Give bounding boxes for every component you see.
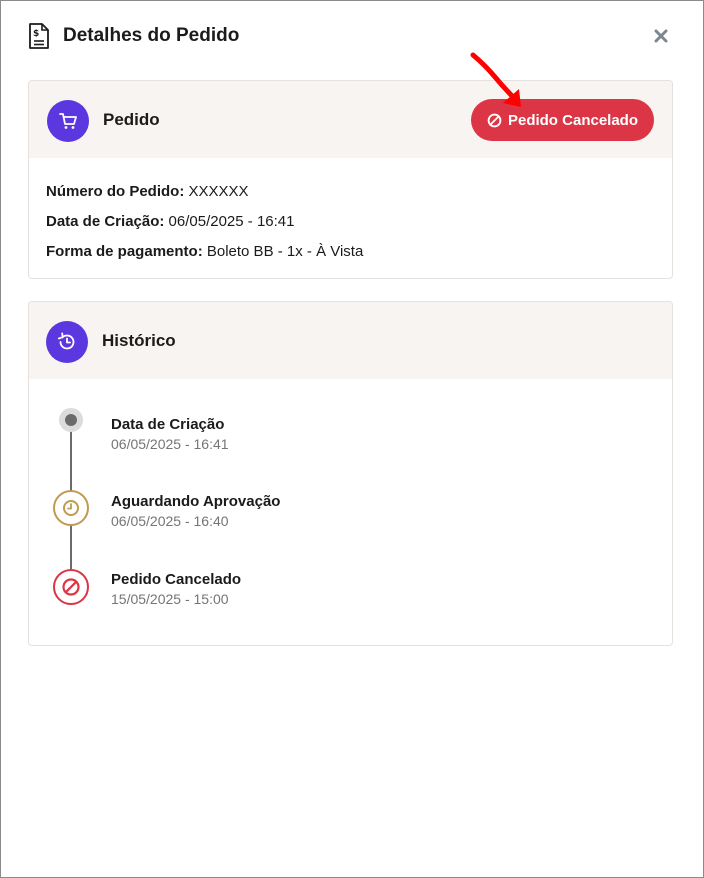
history-card-header: Histórico — [29, 302, 672, 379]
order-card: Pedido Pedido Cancelado Número do Pedido… — [28, 80, 673, 279]
timeline-event-title: Aguardando Aprovação — [111, 493, 281, 510]
invoice-dollar-icon: $ — [29, 23, 49, 49]
dialog-title: Detalhes do Pedido — [63, 25, 240, 46]
order-number-row: Número do Pedido: XXXXXX — [46, 183, 249, 200]
payment-method-value: Boleto BB - 1x - À Vista — [206, 243, 364, 260]
clock-icon — [53, 490, 89, 526]
ban-icon — [53, 569, 89, 605]
annotation-arrow-icon — [470, 52, 521, 107]
timeline-event-title: Data de Criação — [111, 416, 225, 433]
history-card-title: Histórico — [102, 331, 176, 350]
creation-date-row: Data de Criação: 06/05/2025 - 16:41 — [46, 213, 295, 230]
creation-date-value: 06/05/2025 - 16:41 — [168, 213, 295, 230]
order-card-header: Pedido Pedido Cancelado — [29, 81, 672, 158]
timeline-event-date: 06/05/2025 - 16:41 — [111, 436, 229, 452]
order-card-title: Pedido — [103, 110, 160, 129]
history-timeline: Data de Criação 06/05/2025 - 16:41 Aguar… — [29, 379, 672, 645]
timeline-event-title: Pedido Cancelado — [111, 571, 242, 588]
timeline-event-date: 06/05/2025 - 16:40 — [111, 513, 229, 529]
payment-method-label: Forma de pagamento: — [46, 243, 203, 260]
order-number-label: Número do Pedido: — [46, 183, 185, 200]
timeline-event-date: 15/05/2025 - 15:00 — [111, 591, 229, 607]
close-button[interactable] — [651, 27, 671, 47]
creation-date-label: Data de Criação: — [46, 213, 165, 230]
timeline-connector — [70, 427, 72, 491]
history-icon — [46, 321, 88, 363]
order-details-dialog: $ Detalhes do Pedido Pedido Pedido Cance… — [0, 0, 704, 878]
history-card: Histórico Data de Criação 06/05/2025 - 1… — [28, 301, 673, 646]
svg-text:$: $ — [33, 29, 39, 39]
order-number-value: XXXXXX — [188, 183, 249, 200]
close-icon — [654, 29, 668, 43]
dialog-header: $ Detalhes do Pedido — [27, 21, 671, 51]
payment-method-row: Forma de pagamento: Boleto BB - 1x - À V… — [46, 243, 363, 260]
cart-icon — [47, 100, 89, 142]
dot-icon — [59, 408, 83, 432]
